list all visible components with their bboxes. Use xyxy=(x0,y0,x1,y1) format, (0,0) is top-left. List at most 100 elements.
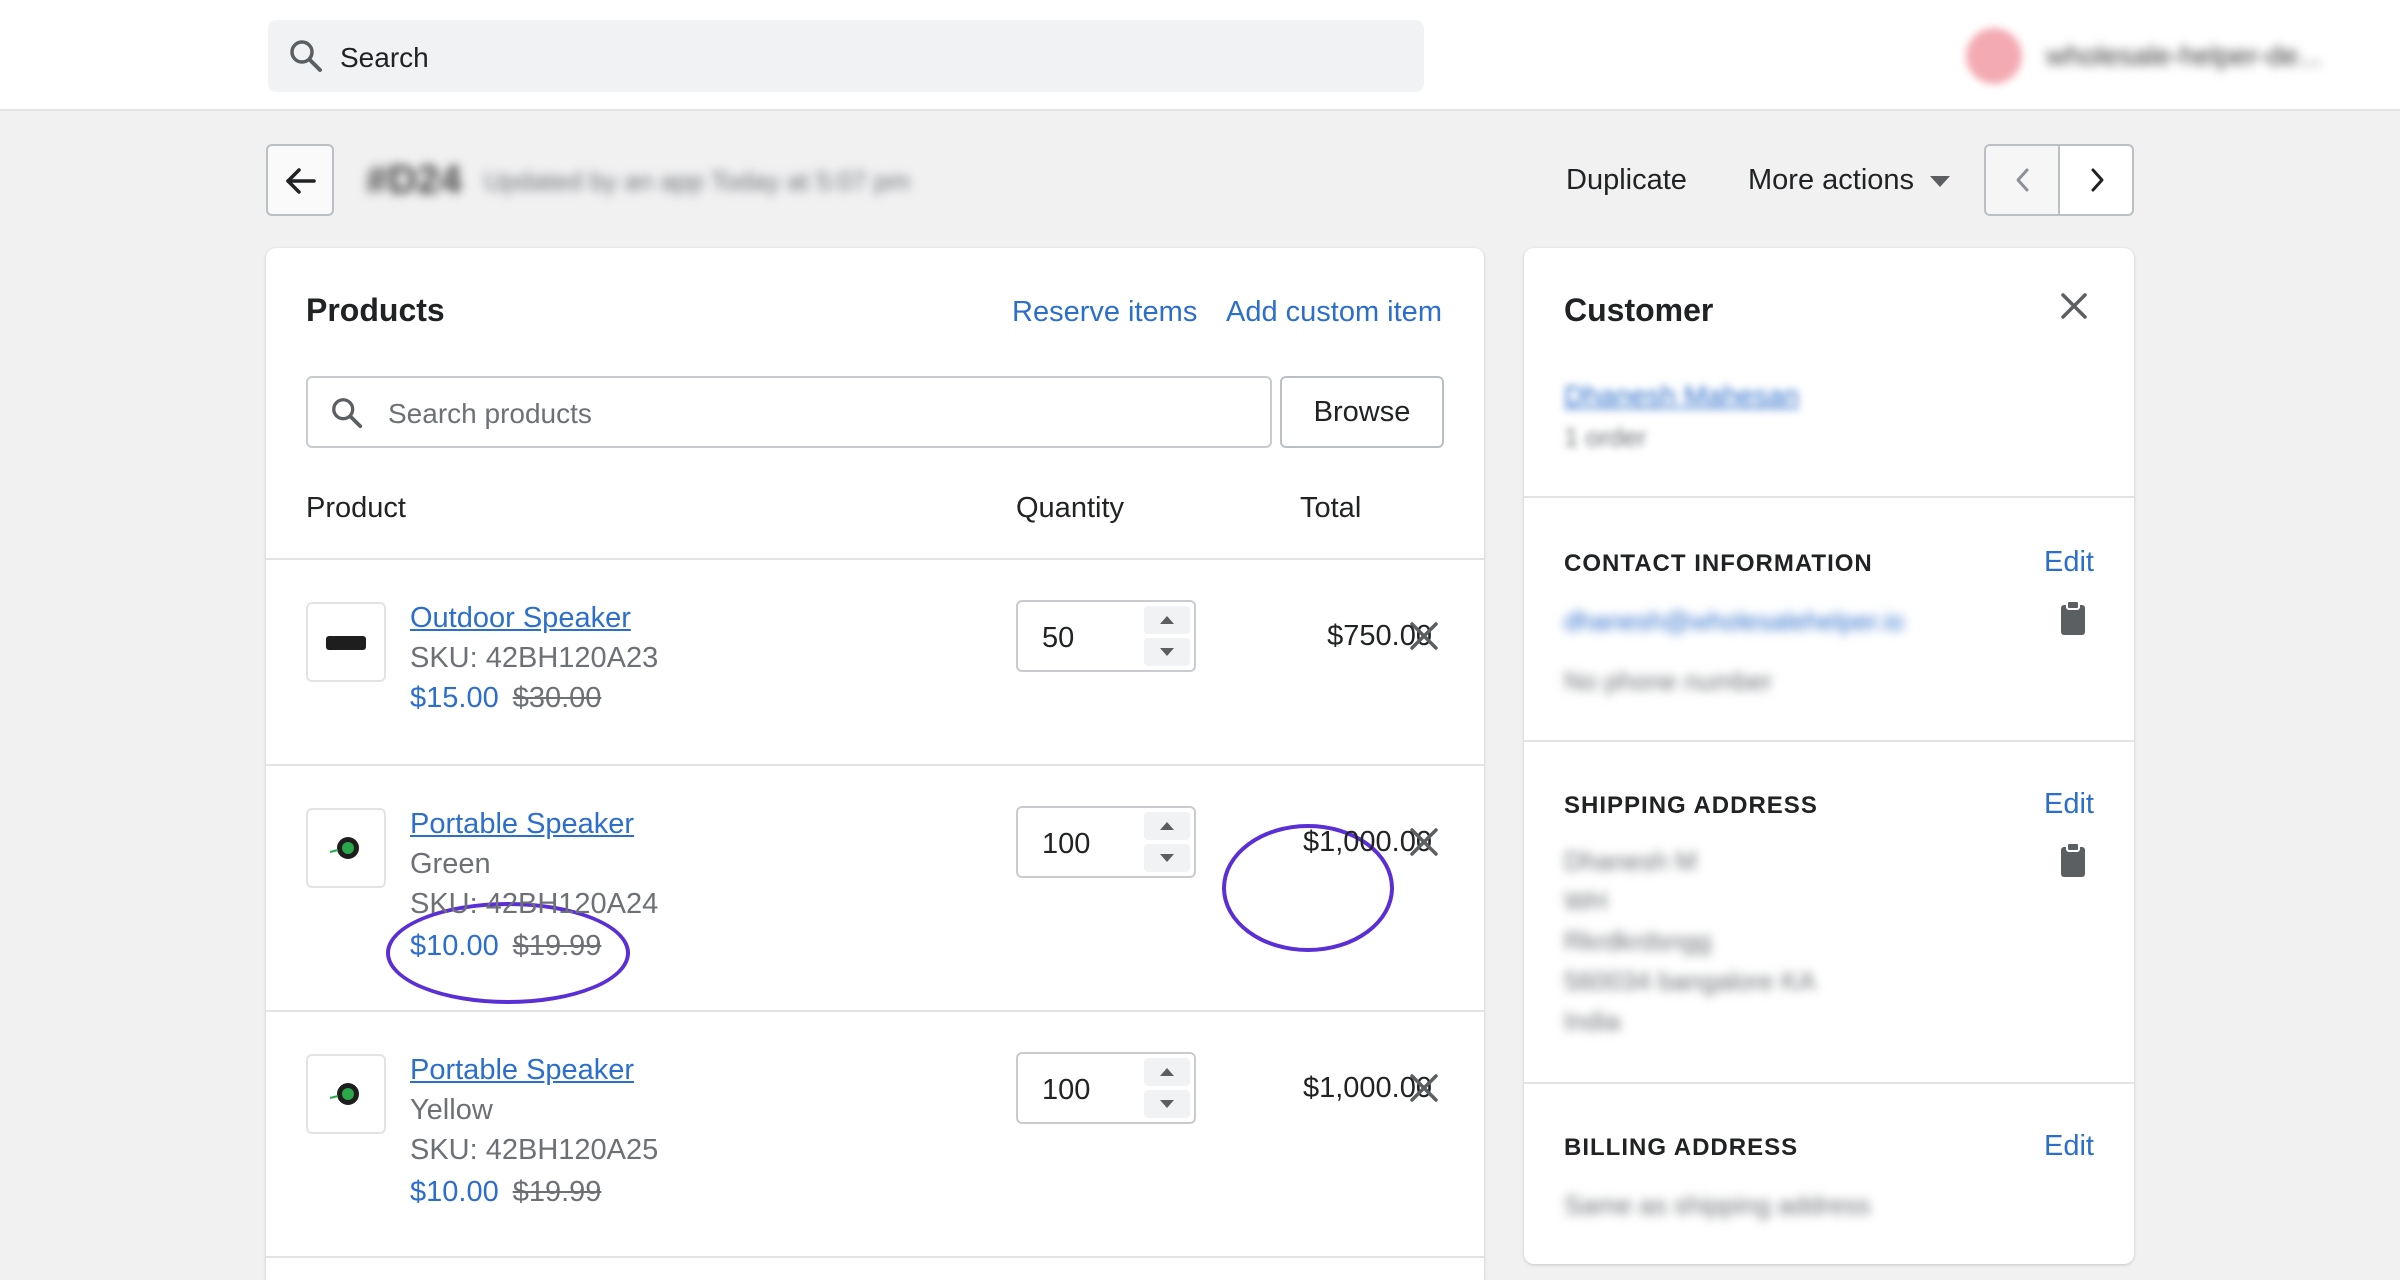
customer-phone: No phone number xyxy=(1564,666,1773,696)
previous-order-button[interactable] xyxy=(1986,146,2060,214)
shipping-address-line: Dhanesh M xyxy=(1564,846,1697,876)
back-button[interactable] xyxy=(266,144,334,216)
original-price: $19.99 xyxy=(512,1176,602,1208)
products-title: Products xyxy=(306,292,445,328)
remove-item-icon[interactable] xyxy=(1408,620,1440,652)
speaker-image-icon xyxy=(329,1083,359,1105)
product-thumbnail xyxy=(306,602,386,682)
divider xyxy=(1524,740,2134,742)
product-row: Portable Speaker Yellow SKU: 42BH120A25 … xyxy=(266,1012,1484,1256)
product-price: $15.00 $30.00 xyxy=(410,682,601,715)
top-bar: Search wholesale-helper-de... xyxy=(0,0,2400,111)
search-icon xyxy=(332,398,363,429)
shipping-address-line: India xyxy=(1564,1006,1621,1036)
duplicate-button[interactable]: Duplicate xyxy=(1566,164,1687,197)
remove-item-icon[interactable] xyxy=(1408,826,1440,858)
product-sku: SKU: 42BH120A25 xyxy=(410,1134,659,1166)
sale-price: $15.00 xyxy=(410,682,499,714)
caret-up-icon xyxy=(1160,616,1174,624)
product-variant: Green xyxy=(410,848,491,880)
billing-address-note: Same as shipping address xyxy=(1564,1190,1871,1220)
shipping-address-line: WH xyxy=(1564,886,1608,916)
remove-item-icon[interactable] xyxy=(1408,1072,1440,1104)
search-placeholder: Search xyxy=(340,42,429,73)
quantity-stepper[interactable]: 50 xyxy=(1016,600,1196,672)
products-card: Products Reserve items Add custom item S… xyxy=(266,248,1484,1280)
arrow-left-icon xyxy=(286,168,316,194)
customer-email-link[interactable]: dhanesh@wholesalehelper.io xyxy=(1564,606,1904,637)
original-price: $30.00 xyxy=(512,682,602,714)
store-menu[interactable]: wholesale-helper-de... xyxy=(1966,26,2366,86)
global-search-input[interactable]: Search xyxy=(268,20,1424,92)
product-name-link[interactable]: Portable Speaker xyxy=(410,808,634,841)
caret-up-icon xyxy=(1160,1068,1174,1076)
order-pager xyxy=(1984,144,2134,216)
billing-edit-link[interactable]: Edit xyxy=(2044,1130,2094,1163)
close-icon[interactable] xyxy=(2058,290,2090,322)
caret-up-icon xyxy=(1160,822,1174,830)
contact-info-heading: CONTACT INFORMATION xyxy=(1564,550,1873,577)
caret-down-icon xyxy=(1930,175,1951,187)
column-header-product: Product xyxy=(306,492,406,524)
product-row: Outdoor Speaker SKU: 42BH120A23 $15.00 $3… xyxy=(266,560,1484,764)
shipping-address-line: Rkrdkrdsngg xyxy=(1564,926,1712,956)
chevron-right-icon xyxy=(2091,168,2104,192)
quantity-increment-button[interactable] xyxy=(1144,812,1190,840)
divider xyxy=(1524,496,2134,498)
quantity-value: 100 xyxy=(1042,828,1091,860)
quantity-increment-button[interactable] xyxy=(1144,1058,1190,1086)
clipboard-icon[interactable] xyxy=(2060,600,2086,636)
browse-button[interactable]: Browse xyxy=(1280,376,1444,448)
product-thumbnail xyxy=(306,808,386,888)
sale-price: $10.00 xyxy=(410,930,499,962)
speaker-image-icon xyxy=(329,837,359,859)
product-thumbnail xyxy=(306,1054,386,1134)
quantity-increment-button[interactable] xyxy=(1144,606,1190,634)
product-search-placeholder: Search products xyxy=(388,398,592,429)
add-custom-item-link[interactable]: Add custom item xyxy=(1226,296,1442,329)
quantity-stepper[interactable]: 100 xyxy=(1016,1052,1196,1124)
caret-down-icon xyxy=(1160,1100,1174,1108)
original-price: $19.99 xyxy=(512,930,602,962)
product-name-link[interactable]: Outdoor Speaker xyxy=(410,602,631,635)
quantity-stepper[interactable]: 100 xyxy=(1016,806,1196,878)
search-icon xyxy=(290,40,322,72)
order-meta: Updated by an app Today at 5:07 pm xyxy=(484,166,910,196)
column-header-total: Total xyxy=(1300,492,1362,524)
quantity-value: 50 xyxy=(1042,622,1075,654)
chevron-left-icon xyxy=(2016,168,2029,192)
speaker-image-icon xyxy=(326,636,366,650)
more-actions-button[interactable]: More actions xyxy=(1748,164,1951,197)
contact-edit-link[interactable]: Edit xyxy=(2044,546,2094,579)
caret-down-icon xyxy=(1160,648,1174,656)
customer-card: Customer Dhanesh Mahesan 1 order CONTACT… xyxy=(1524,248,2134,1264)
store-name: wholesale-helper-de... xyxy=(2046,40,2322,71)
more-actions-label: More actions xyxy=(1748,164,1915,196)
caret-down-icon xyxy=(1160,854,1174,862)
product-name-link[interactable]: Portable Speaker xyxy=(410,1054,634,1087)
shipping-address-heading: SHIPPING ADDRESS xyxy=(1564,792,1818,819)
product-sku: SKU: 42BH120A24 xyxy=(410,888,659,920)
shipping-edit-link[interactable]: Edit xyxy=(2044,788,2094,821)
customer-title: Customer xyxy=(1564,292,1714,328)
quantity-decrement-button[interactable] xyxy=(1144,844,1190,872)
sale-price: $10.00 xyxy=(410,1176,499,1208)
quantity-decrement-button[interactable] xyxy=(1144,638,1190,666)
next-order-button[interactable] xyxy=(2060,146,2132,214)
reserve-items-link[interactable]: Reserve items xyxy=(1012,296,1197,329)
clipboard-icon[interactable] xyxy=(2060,842,2086,878)
billing-address-heading: BILLING ADDRESS xyxy=(1564,1134,1799,1161)
customer-name-link[interactable]: Dhanesh Mahesan xyxy=(1564,380,1799,412)
store-avatar xyxy=(1966,28,2022,84)
product-variant: Yellow xyxy=(410,1094,493,1126)
column-header-quantity: Quantity xyxy=(1016,492,1124,524)
quantity-decrement-button[interactable] xyxy=(1144,1090,1190,1118)
divider xyxy=(1524,1082,2134,1084)
product-search-input[interactable]: Search products xyxy=(306,376,1272,448)
quantity-value: 100 xyxy=(1042,1074,1091,1106)
product-row: Portable Speaker Green SKU: 42BH120A24 $… xyxy=(266,766,1484,1010)
shipping-address-line: 560034 bangalore KA xyxy=(1564,966,1816,996)
customer-order-count: 1 order xyxy=(1564,422,1647,452)
order-id: #D24 xyxy=(366,158,462,202)
divider xyxy=(266,1256,1484,1258)
